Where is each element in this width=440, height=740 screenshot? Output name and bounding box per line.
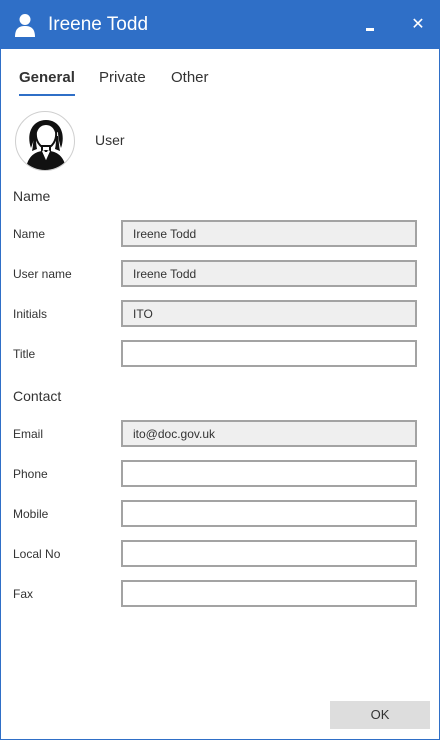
mobile-field[interactable] bbox=[121, 500, 417, 527]
tab-private[interactable]: Private bbox=[99, 67, 146, 89]
window-title: Ireene Todd bbox=[48, 14, 149, 35]
close-button[interactable]: ✕ bbox=[405, 12, 431, 38]
tab-other[interactable]: Other bbox=[171, 67, 209, 89]
phone-label: Phone bbox=[13, 467, 48, 481]
active-tab-indicator bbox=[19, 94, 75, 96]
user-properties-window: Ireene Todd ✕ General Private Other User bbox=[0, 0, 440, 740]
title-label: Title bbox=[13, 347, 36, 361]
title-field[interactable] bbox=[121, 340, 417, 367]
title-bar[interactable]: Ireene Todd ✕ bbox=[1, 1, 439, 49]
section-contact-heading: Contact bbox=[13, 388, 62, 404]
name-label: Name bbox=[13, 227, 46, 241]
person-avatar-icon bbox=[26, 120, 66, 170]
user-icon bbox=[15, 14, 35, 37]
tab-general[interactable]: General bbox=[19, 67, 75, 89]
local-no-field[interactable] bbox=[121, 540, 417, 567]
email-field[interactable] bbox=[121, 420, 417, 447]
user-name-label: User name bbox=[13, 267, 72, 281]
initials-label: Initials bbox=[13, 307, 48, 321]
initials-field[interactable] bbox=[121, 300, 417, 327]
mobile-label: Mobile bbox=[13, 507, 49, 521]
section-name-heading: Name bbox=[13, 188, 51, 204]
minimize-button[interactable] bbox=[356, 13, 384, 39]
fax-field[interactable] bbox=[121, 580, 417, 607]
ok-button[interactable]: OK bbox=[330, 701, 430, 729]
user-role-label: User bbox=[95, 132, 125, 148]
fax-label: Fax bbox=[13, 587, 34, 601]
local-no-label: Local No bbox=[13, 547, 61, 561]
name-field[interactable] bbox=[121, 220, 417, 247]
user-name-field[interactable] bbox=[121, 260, 417, 287]
phone-field[interactable] bbox=[121, 460, 417, 487]
email-label: Email bbox=[13, 427, 44, 441]
avatar bbox=[15, 111, 75, 171]
